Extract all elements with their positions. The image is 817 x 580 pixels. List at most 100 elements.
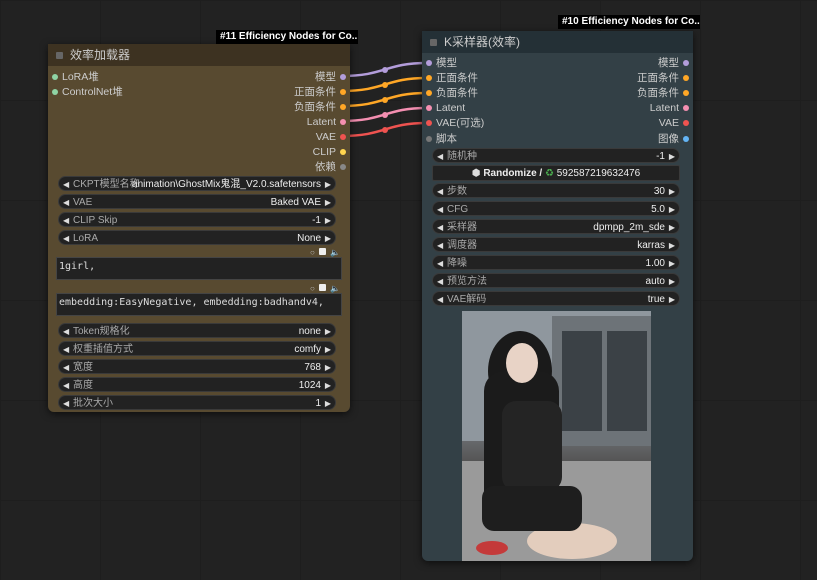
preview-method-combo[interactable]: ◀ 预览方法 auto ▶ (432, 273, 680, 288)
speaker-icon[interactable]: 🔈 (330, 248, 340, 257)
input-slot-negative[interactable]: 负面条件 (426, 86, 478, 100)
widget-value: animation\GhostMix鬼混_V2.0.safetensors (132, 179, 321, 190)
arrow-left-icon[interactable]: ◀ (437, 292, 443, 307)
arrow-right-icon[interactable]: ▶ (669, 292, 675, 307)
output-slot-negative[interactable]: 负面条件 (294, 100, 346, 114)
arrow-left-icon[interactable]: ◀ (63, 342, 69, 357)
width-number[interactable]: ◀ 宽度 768 ▶ (58, 359, 336, 374)
arrow-left-icon[interactable]: ◀ (437, 184, 443, 199)
checkbox-icon[interactable] (319, 248, 327, 255)
wire-model[interactable] (341, 61, 428, 78)
arrow-left-icon[interactable]: ◀ (437, 256, 443, 271)
arrow-right-icon[interactable]: ▶ (669, 256, 675, 271)
lora-combo[interactable]: ◀ LoRA None ▶ (58, 230, 336, 245)
circle-icon[interactable]: ○ (310, 248, 315, 257)
height-number[interactable]: ◀ 高度 1024 ▶ (58, 377, 336, 392)
input-slot-script[interactable]: 脚本 (426, 132, 457, 146)
arrow-right-icon[interactable]: ▶ (325, 342, 331, 357)
output-slot-model[interactable]: 模型 (315, 70, 346, 84)
arrow-left-icon[interactable]: ◀ (63, 213, 69, 228)
scheduler-combo[interactable]: ◀ 调度器 karras ▶ (432, 237, 680, 252)
output-slot-vae[interactable]: VAE (316, 130, 346, 144)
output-slot-clip[interactable]: CLIP (313, 145, 346, 159)
ckpt-name-combo[interactable]: ◀ CKPT模型名称 animation\GhostMix鬼混_V2.0.saf… (58, 176, 336, 191)
output-slot-image[interactable]: 图像 (658, 132, 689, 146)
vae-decode-combo[interactable]: ◀ VAE解码 true ▶ (432, 291, 680, 306)
arrow-left-icon[interactable]: ◀ (437, 149, 443, 164)
efficient-loader-node[interactable]: 效率加载器 LoRA堆 ControlNet堆 模型 正面条件 负面条件 Lat… (48, 44, 350, 412)
token-normalization-combo[interactable]: ◀ Token规格化 none ▶ (58, 323, 336, 338)
input-slot-controlnet-stack[interactable]: ControlNet堆 (52, 85, 123, 99)
slot-dot-icon (683, 136, 689, 142)
randomize-seed-button[interactable]: ⬢ Randomize / ♻ 592587219632476 (432, 165, 680, 181)
arrow-left-icon[interactable]: ◀ (437, 220, 443, 235)
arrow-right-icon[interactable]: ▶ (669, 149, 675, 164)
cfg-number[interactable]: ◀ CFG 5.0 ▶ (432, 201, 680, 216)
arrow-right-icon[interactable]: ▶ (325, 231, 331, 246)
output-slot-positive[interactable]: 正面条件 (637, 71, 689, 85)
node-title-bar[interactable]: 效率加载器 (48, 44, 350, 66)
input-slot-positive[interactable]: 正面条件 (426, 71, 478, 85)
arrow-right-icon[interactable]: ▶ (669, 202, 675, 217)
clip-skip-number[interactable]: ◀ CLIP Skip -1 ▶ (58, 212, 336, 227)
wire-vae[interactable] (341, 121, 428, 138)
arrow-right-icon[interactable]: ▶ (669, 220, 675, 235)
arrow-left-icon[interactable]: ◀ (63, 231, 69, 246)
sampler-combo[interactable]: ◀ 采样器 dpmpp_2m_sde ▶ (432, 219, 680, 234)
output-slot-positive[interactable]: 正面条件 (294, 85, 346, 99)
arrow-right-icon[interactable]: ▶ (669, 274, 675, 289)
arrow-right-icon[interactable]: ▶ (325, 360, 331, 375)
arrow-left-icon[interactable]: ◀ (63, 360, 69, 375)
text-controls: ○ 🔈 (310, 284, 340, 293)
weight-interpretation-combo[interactable]: ◀ 权重插值方式 comfy ▶ (58, 341, 336, 356)
widget-label: 批次大小 (73, 398, 113, 409)
denoise-number[interactable]: ◀ 降噪 1.00 ▶ (432, 255, 680, 270)
output-slot-model[interactable]: 模型 (658, 56, 689, 70)
output-slot-negative[interactable]: 负面条件 (637, 86, 689, 100)
checkbox-icon[interactable] (319, 284, 327, 291)
batch-size-number[interactable]: ◀ 批次大小 1 ▶ (58, 395, 336, 410)
ksampler-efficient-node[interactable]: K采样器(效率) 模型 模型 正面条件 正面条件 负面条件 负面条件 Laten… (422, 31, 693, 561)
arrow-right-icon[interactable]: ▶ (325, 177, 331, 192)
arrow-right-icon[interactable]: ▶ (325, 213, 331, 228)
arrow-left-icon[interactable]: ◀ (63, 396, 69, 411)
widget-label: 降噪 (447, 258, 467, 269)
arrow-left-icon[interactable]: ◀ (63, 195, 69, 210)
arrow-left-icon[interactable]: ◀ (437, 238, 443, 253)
negative-prompt-textarea[interactable]: embedding:EasyNegative, embedding:badhan… (56, 293, 342, 316)
widget-value: none (298, 326, 321, 337)
vae-combo[interactable]: ◀ VAE Baked VAE ▶ (58, 194, 336, 209)
arrow-left-icon[interactable]: ◀ (437, 202, 443, 217)
arrow-left-icon[interactable]: ◀ (63, 177, 69, 192)
input-slot-lora-stack[interactable]: LoRA堆 (52, 70, 99, 84)
arrow-left-icon[interactable]: ◀ (63, 378, 69, 393)
arrow-right-icon[interactable]: ▶ (325, 378, 331, 393)
output-slot-vae[interactable]: VAE (659, 116, 689, 130)
wire-positive[interactable] (341, 76, 428, 93)
seed-number[interactable]: ◀ 随机种 -1 ▶ (432, 148, 680, 163)
wire-negative[interactable] (341, 91, 428, 108)
positive-prompt-textarea[interactable]: 1girl, (56, 257, 342, 280)
output-slot-dependencies[interactable]: 依赖 (315, 160, 346, 174)
node-title-bar[interactable]: K采样器(效率) (422, 31, 693, 53)
arrow-right-icon[interactable]: ▶ (325, 396, 331, 411)
arrow-left-icon[interactable]: ◀ (63, 324, 69, 339)
output-slot-latent[interactable]: Latent (650, 101, 689, 115)
input-slot-latent[interactable]: Latent (426, 101, 465, 115)
collapse-icon[interactable] (56, 52, 63, 59)
input-slot-vae[interactable]: VAE(可选) (426, 116, 484, 130)
arrow-right-icon[interactable]: ▶ (325, 324, 331, 339)
arrow-right-icon[interactable]: ▶ (669, 238, 675, 253)
wire-latent[interactable] (341, 106, 428, 123)
arrow-right-icon[interactable]: ▶ (669, 184, 675, 199)
circle-icon[interactable]: ○ (310, 284, 315, 293)
arrow-left-icon[interactable]: ◀ (437, 274, 443, 289)
collapse-icon[interactable] (430, 39, 437, 46)
output-slot-latent[interactable]: Latent (307, 115, 346, 129)
speaker-icon[interactable]: 🔈 (330, 284, 340, 293)
steps-number[interactable]: ◀ 步数 30 ▶ (432, 183, 680, 198)
input-slot-model[interactable]: 模型 (426, 56, 457, 70)
output-image-preview[interactable] (462, 311, 651, 561)
arrow-right-icon[interactable]: ▶ (325, 195, 331, 210)
slot-label: 负面条件 (637, 87, 679, 99)
